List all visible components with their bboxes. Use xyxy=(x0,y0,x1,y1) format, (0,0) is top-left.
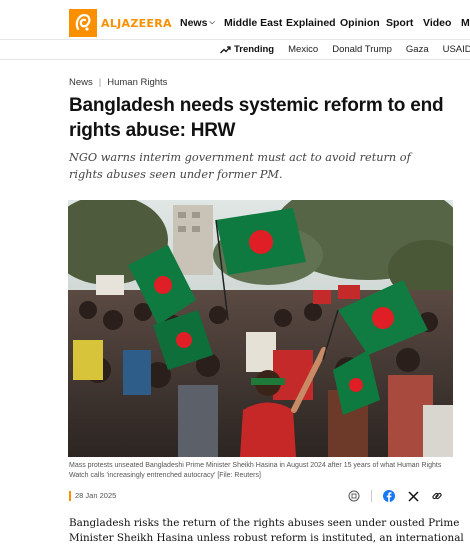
trending-item-donald-trump[interactable]: Donald Trump xyxy=(332,44,392,55)
trending-item-mexico[interactable]: Mexico xyxy=(288,44,318,55)
nav-opinion-label: Opinion xyxy=(340,17,380,29)
share-toolbar xyxy=(337,489,444,503)
facebook-share-button[interactable] xyxy=(382,489,396,503)
nav-sport[interactable]: Sport xyxy=(386,17,423,29)
protest-photo xyxy=(68,200,453,457)
aljazeera-logo[interactable]: ALJAZEERA xyxy=(69,9,172,37)
facebook-icon xyxy=(383,490,395,502)
chevron-down-icon: ⌵ xyxy=(209,19,215,26)
article-title: Bangladesh needs systemic reform to end … xyxy=(69,95,444,141)
breadcrumb: News | Human Rights xyxy=(69,77,167,88)
logo-text: ALJAZEERA xyxy=(101,16,172,30)
publish-date: 28 Jan 2025 xyxy=(75,491,117,500)
nav-middle-east-label: Middle East xyxy=(224,17,283,29)
nav-video[interactable]: Video xyxy=(423,17,461,29)
share-divider xyxy=(371,490,372,502)
nav-news[interactable]: News ⌵ xyxy=(180,17,224,29)
article-hero-image xyxy=(68,200,453,457)
x-icon xyxy=(407,490,419,502)
aljazeera-logo-icon xyxy=(69,9,97,37)
trending-item-usaid[interactable]: USAID xyxy=(443,44,470,55)
nav-news-label: News xyxy=(180,17,208,29)
breadcrumb-news[interactable]: News xyxy=(69,77,93,88)
article-meta: 28 Jan 2025 xyxy=(69,489,454,503)
nav-opinion[interactable]: Opinion xyxy=(340,17,386,29)
nav-explained[interactable]: Explained xyxy=(286,17,340,29)
nav-more[interactable]: M xyxy=(461,17,470,29)
trending-label: Trending xyxy=(220,44,274,55)
link-icon xyxy=(432,492,442,500)
breadcrumb-separator: | xyxy=(98,77,102,88)
primary-nav-links: News ⌵ Middle East Explained Opinion Spo… xyxy=(180,17,470,29)
breadcrumb-human-rights[interactable]: Human Rights xyxy=(107,77,167,88)
top-navigation: ALJAZEERA News ⌵ Middle East Explained O… xyxy=(0,0,470,40)
nav-explained-label: Explained xyxy=(286,17,336,29)
nav-more-label: M xyxy=(461,17,470,29)
comment-button[interactable] xyxy=(347,489,361,503)
nav-video-label: Video xyxy=(423,17,452,29)
trending-arrow-icon xyxy=(220,46,231,54)
article-body-paragraph: Bangladesh risks the return of the right… xyxy=(69,517,464,544)
nav-sport-label: Sport xyxy=(386,17,414,29)
copy-link-button[interactable] xyxy=(430,489,444,503)
trending-list: Trending Mexico Donald Trump Gaza USAID xyxy=(220,44,470,55)
x-share-button[interactable] xyxy=(406,489,420,503)
date-accent-bar xyxy=(69,491,71,501)
trending-bar: Trending Mexico Donald Trump Gaza USAID xyxy=(0,40,470,60)
image-caption: Mass protests unseated Bangladeshi Prime… xyxy=(69,462,442,479)
trending-item-gaza[interactable]: Gaza xyxy=(406,44,429,55)
article-subtitle: NGO warns interim government must act to… xyxy=(69,151,411,181)
trending-label-text: Trending xyxy=(234,44,275,55)
comment-icon xyxy=(348,490,360,502)
nav-middle-east[interactable]: Middle East xyxy=(224,17,286,29)
